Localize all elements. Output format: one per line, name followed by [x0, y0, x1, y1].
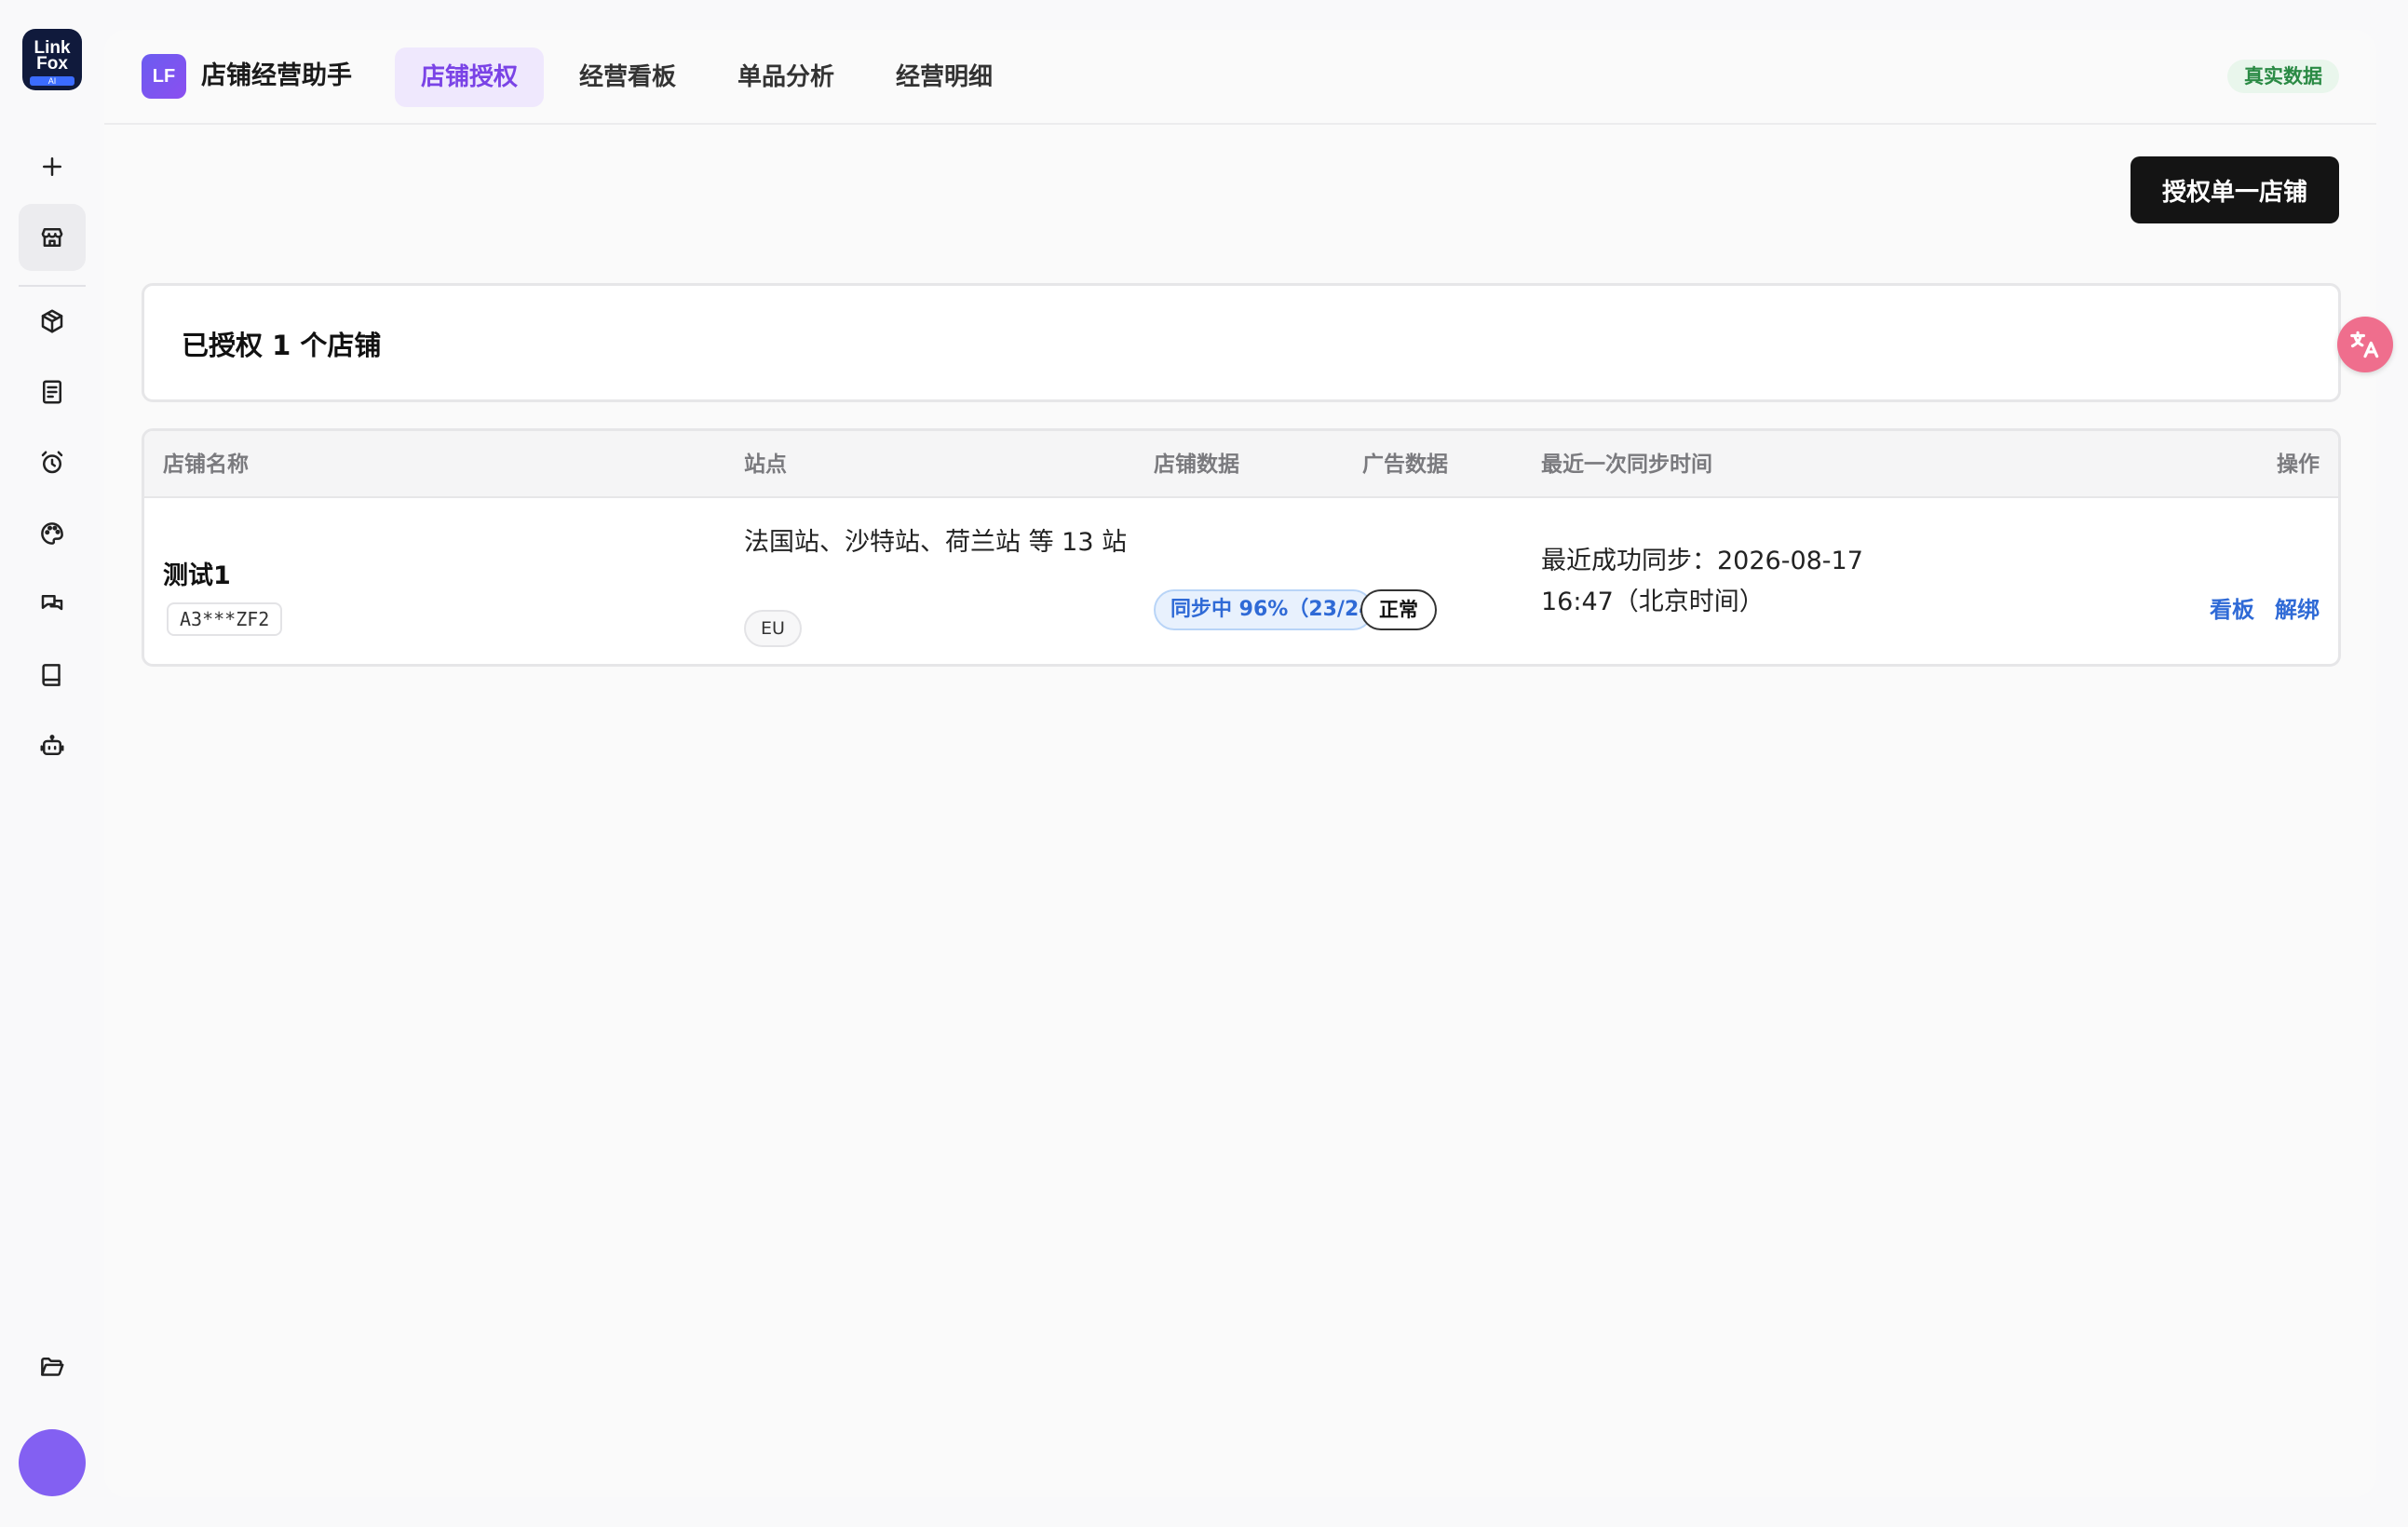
- column-header-sites: 站点: [744, 453, 787, 477]
- rail-divider: [19, 285, 86, 287]
- plus-icon[interactable]: [19, 133, 86, 200]
- top-navigation: LF 店铺经营助手 店铺授权 经营看板 单品分析 经营明细 真实数据: [104, 30, 2376, 125]
- view-dashboard-link[interactable]: 看板: [2210, 593, 2254, 627]
- unbind-link[interactable]: 解绑: [2275, 593, 2320, 627]
- book-icon[interactable]: [19, 642, 86, 709]
- store-icon[interactable]: [19, 204, 86, 271]
- column-header-store-name: 店铺名称: [163, 453, 249, 477]
- tab-business-details[interactable]: 经营明细: [870, 47, 1019, 107]
- box-icon[interactable]: [19, 288, 86, 355]
- user-avatar[interactable]: [19, 1429, 86, 1496]
- store-id-tag: A3***ZF2: [167, 602, 283, 636]
- tab-product-analysis[interactable]: 单品分析: [711, 47, 860, 107]
- palette-icon[interactable]: [19, 500, 86, 567]
- left-rail: Link Fox AI: [0, 0, 104, 1527]
- tab-business-dashboard[interactable]: 经营看板: [553, 47, 702, 107]
- authorized-count-text: 已授权 1 个店铺: [182, 330, 382, 361]
- chat-icon[interactable]: [19, 571, 86, 638]
- site-list: 法国站、沙特站、荷兰站 等 13 站: [744, 528, 1128, 557]
- main-panel: LF 店铺经营助手 店铺授权 经营看板 单品分析 经营明细 真实数据 授权单一店…: [104, 30, 2376, 1497]
- app-badge: LF: [142, 54, 186, 99]
- store-data-sync-badge: 同步中 96%（23/24）: [1154, 589, 1373, 630]
- alarm-clock-icon[interactable]: [19, 429, 86, 496]
- translate-icon[interactable]: [2337, 317, 2393, 372]
- app-title: 店铺经营助手: [201, 61, 352, 90]
- column-header-last-sync: 最近一次同步时间: [1541, 453, 1712, 477]
- store-table: 店铺名称 站点 店铺数据 广告数据 最近一次同步时间 操作 测试1 A3***Z…: [142, 428, 2341, 667]
- column-header-actions: 操作: [2277, 453, 2320, 477]
- store-name: 测试1: [163, 561, 231, 590]
- ad-data-status-badge: 正常: [1360, 589, 1437, 630]
- tab-store-authorization[interactable]: 店铺授权: [395, 47, 545, 107]
- robot-icon[interactable]: [19, 712, 86, 779]
- document-icon[interactable]: [19, 358, 86, 426]
- column-header-store-data: 店铺数据: [1154, 453, 1239, 477]
- last-sync-time: 最近成功同步：2026-08-17 16:47（北京时间）: [1541, 547, 1863, 616]
- authorized-summary-card: 已授权 1 个店铺: [142, 283, 2341, 402]
- folder-open-icon[interactable]: [19, 1333, 86, 1400]
- real-data-badge: 真实数据: [2227, 60, 2339, 93]
- linkfox-logo[interactable]: Link Fox AI: [22, 29, 82, 90]
- table-header: 店铺名称 站点 店铺数据 广告数据 最近一次同步时间 操作: [144, 431, 2338, 498]
- column-header-ad-data: 广告数据: [1362, 453, 1448, 477]
- region-tag: EU: [744, 610, 802, 647]
- authorize-store-button[interactable]: 授权单一店铺: [2131, 156, 2339, 223]
